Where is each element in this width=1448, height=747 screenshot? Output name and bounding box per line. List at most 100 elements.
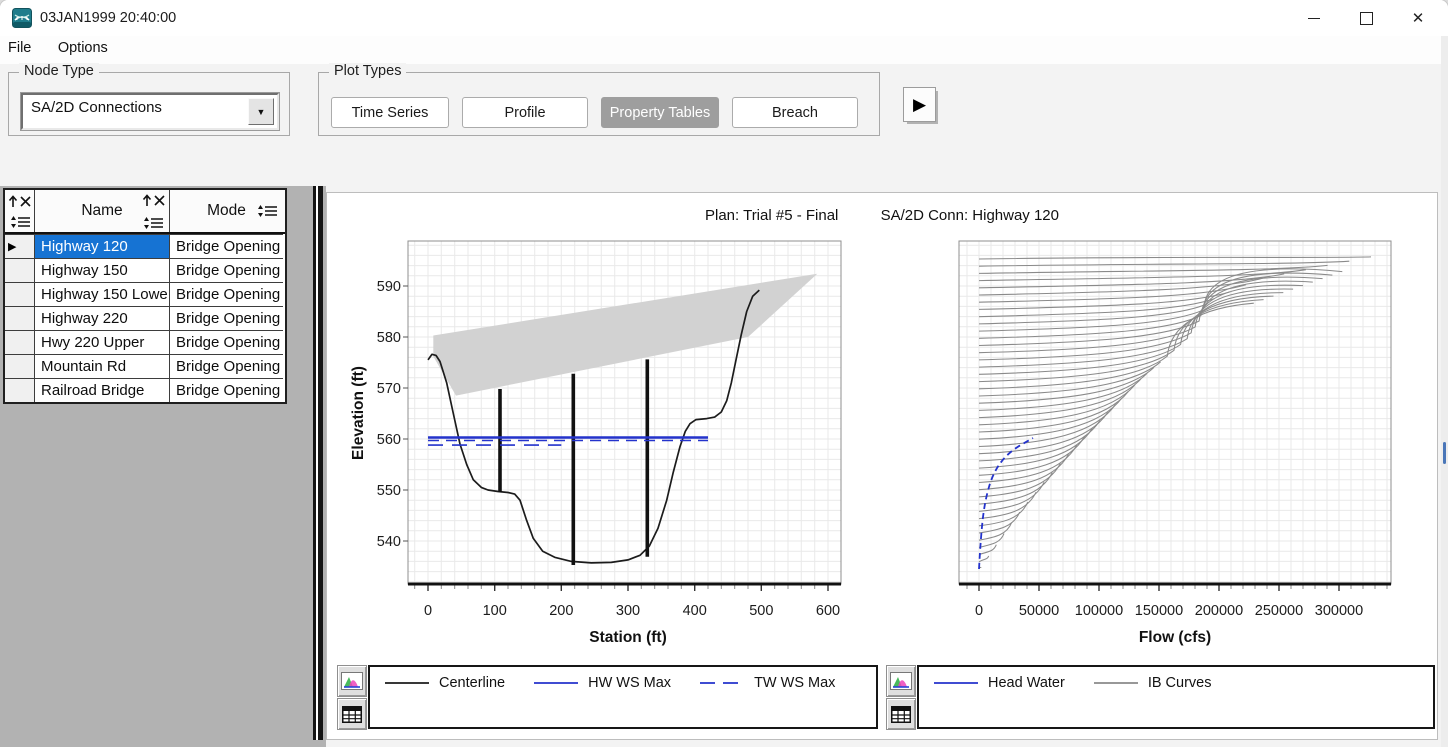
legend-line-sample: [1093, 677, 1139, 689]
show-plot-button[interactable]: [337, 665, 367, 697]
legend-label: TW WS Max: [754, 675, 835, 691]
svg-text:200000: 200000: [1195, 603, 1243, 619]
mini-chart-icon: [341, 672, 363, 690]
close-button[interactable]: ✕: [1392, 0, 1444, 36]
dropdown-button[interactable]: ▼: [248, 98, 274, 125]
table-row[interactable]: Mountain RdBridge Opening: [5, 354, 285, 378]
table-row[interactable]: Hwy 220 UpperBridge Opening: [5, 330, 285, 354]
sort-clear-icon[interactable]: [7, 194, 33, 209]
panel-splitter[interactable]: [313, 186, 323, 740]
svg-text:590: 590: [377, 279, 401, 295]
cell-name[interactable]: Highway 120: [35, 234, 170, 258]
table-row[interactable]: Highway 150Bridge Opening: [5, 258, 285, 282]
minimize-icon: [1308, 18, 1320, 19]
row-selector-cell[interactable]: [5, 378, 35, 402]
close-icon: ✕: [1412, 9, 1425, 27]
mini-table-icon: [891, 706, 911, 723]
time-series-button[interactable]: Time Series: [331, 97, 449, 128]
filter-adjust-icon[interactable]: [10, 215, 32, 229]
table-row[interactable]: ▶Highway 120Bridge Opening: [5, 234, 285, 258]
table-row[interactable]: Railroad BridgeBridge Opening: [5, 378, 285, 402]
cell-name[interactable]: Mountain Rd: [35, 354, 170, 378]
svg-text:300: 300: [616, 603, 640, 619]
cell-mode[interactable]: Bridge Opening: [170, 258, 283, 282]
svg-text:100000: 100000: [1075, 603, 1123, 619]
header-name-label: Name: [81, 202, 122, 220]
legend-line-sample: [533, 677, 579, 689]
header-name[interactable]: Name: [35, 190, 170, 232]
legend-item: HW WS Max: [533, 675, 671, 691]
row-selector-cell[interactable]: [5, 258, 35, 282]
plot-title-plan: Plan: Trial #5 - Final: [705, 207, 838, 224]
svg-text:300000: 300000: [1315, 603, 1363, 619]
cell-mode[interactable]: Bridge Opening: [170, 378, 283, 402]
header-mode-label: Mode: [207, 202, 246, 220]
row-selector-cell[interactable]: [5, 282, 35, 306]
cell-name[interactable]: Highway 220: [35, 306, 170, 330]
show-table-button[interactable]: [886, 698, 916, 730]
svg-text:50000: 50000: [1019, 603, 1059, 619]
row-selector-cell[interactable]: [5, 330, 35, 354]
cell-name[interactable]: Highway 150: [35, 258, 170, 282]
cell-name[interactable]: Railroad Bridge: [35, 378, 170, 402]
header-mode[interactable]: Mode: [170, 190, 283, 232]
menu-bar: File Options: [0, 36, 1448, 64]
title-bar: 03JAN1999 20:40:00 ✕: [0, 0, 1448, 36]
cell-name[interactable]: Hwy 220 Upper: [35, 330, 170, 354]
cross-section-legend: CenterlineHW WS MaxTW WS Max: [368, 665, 878, 729]
scrollbar-thumb[interactable]: [1443, 442, 1446, 464]
svg-text:100: 100: [483, 603, 507, 619]
sort-clear-icon[interactable]: [141, 193, 167, 208]
svg-text:400: 400: [683, 603, 707, 619]
minimize-button[interactable]: [1288, 0, 1340, 36]
svg-text:580: 580: [377, 330, 401, 346]
rating-curves-legend: Head WaterIB Curves: [917, 665, 1435, 729]
filter-adjust-icon[interactable]: [143, 216, 165, 230]
animate-button[interactable]: ▶: [903, 87, 936, 122]
legend-line-sample: [933, 677, 979, 689]
row-selector-cell[interactable]: [5, 306, 35, 330]
cell-mode[interactable]: Bridge Opening: [170, 354, 283, 378]
plot-types-group: Plot Types Time Series Profile Property …: [318, 72, 880, 136]
ib-curves: [979, 257, 1371, 569]
plot-title: Plan: Trial #5 - Final SA/2D Conn: Highw…: [327, 207, 1437, 224]
profile-button[interactable]: Profile: [462, 97, 588, 128]
menu-options[interactable]: Options: [47, 36, 119, 56]
legend-label: Head Water: [988, 675, 1065, 691]
mini-table-icon: [342, 706, 362, 723]
node-type-dropdown[interactable]: SA/2D Connections ▼: [21, 93, 279, 130]
table-row[interactable]: Highway 150 LoweBridge Opening: [5, 282, 285, 306]
app-window: 03JAN1999 20:40:00 ✕ File Options Node T…: [0, 0, 1448, 747]
cell-mode[interactable]: Bridge Opening: [170, 234, 283, 258]
cell-name[interactable]: Highway 150 Lowe: [35, 282, 170, 306]
node-table: Name Mode ▶Highway 120Bridge OpeningHigh…: [3, 188, 287, 404]
show-table-button[interactable]: [337, 698, 367, 730]
svg-text:Flow (cfs): Flow (cfs): [1139, 629, 1211, 646]
window-scrollbar[interactable]: [1441, 36, 1448, 747]
rating-curves-plot: 050000100000150000200000250000300000Flow…: [941, 236, 1437, 650]
property-tables-button[interactable]: Property Tables: [601, 97, 719, 128]
row-selector-cell[interactable]: ▶: [5, 234, 35, 258]
header-corner-cell[interactable]: [5, 190, 35, 232]
table-row[interactable]: Highway 220Bridge Opening: [5, 306, 285, 330]
svg-text:560: 560: [377, 432, 401, 448]
cell-mode[interactable]: Bridge Opening: [170, 306, 283, 330]
legend-item: TW WS Max: [699, 675, 835, 691]
cell-mode[interactable]: Bridge Opening: [170, 330, 283, 354]
menu-file[interactable]: File: [0, 36, 42, 56]
breach-button[interactable]: Breach: [732, 97, 858, 128]
svg-text:0: 0: [424, 603, 432, 619]
svg-text:550: 550: [377, 483, 401, 499]
svg-text:540: 540: [377, 534, 401, 550]
node-type-group: Node Type SA/2D Connections ▼: [8, 72, 290, 136]
filter-adjust-icon[interactable]: [257, 204, 279, 218]
row-selector-cell[interactable]: [5, 354, 35, 378]
show-plot-button[interactable]: [886, 665, 916, 697]
cell-mode[interactable]: Bridge Opening: [170, 282, 283, 306]
maximize-icon: [1360, 12, 1373, 25]
svg-text:200: 200: [549, 603, 573, 619]
legend-line-sample: [699, 677, 745, 689]
node-type-label: Node Type: [19, 63, 99, 79]
maximize-button[interactable]: [1340, 0, 1392, 36]
svg-text:0: 0: [975, 603, 983, 619]
